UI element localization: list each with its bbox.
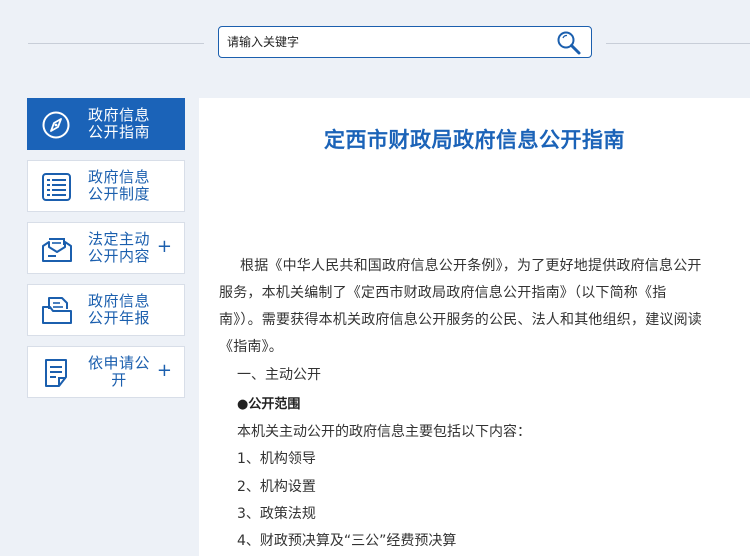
sidebar-item-guide[interactable]: 政府信息公开指南 bbox=[27, 98, 185, 150]
envelope-icon bbox=[42, 238, 72, 262]
scope-intro: 本机关主动公开的政府信息主要包括以下内容： bbox=[237, 424, 531, 440]
list-item: 1、机构领导 bbox=[237, 451, 316, 467]
page-title: 定西市财政局政府信息公开指南 bbox=[324, 128, 625, 152]
main-content: 定西市财政局政府信息公开指南 根据《中华人民共和国政府信息公开条例》，为了更好地… bbox=[199, 98, 750, 556]
expand-plus-icon[interactable]: + bbox=[157, 361, 172, 381]
header-divider-right bbox=[606, 43, 750, 44]
sidebar-item-label: 法定主动公开内容 bbox=[87, 230, 150, 265]
header-divider-left bbox=[28, 43, 204, 44]
list-document-icon bbox=[42, 173, 71, 201]
section-heading: 一、主动公开 bbox=[237, 367, 321, 383]
search-icon bbox=[557, 31, 581, 55]
form-document-icon bbox=[45, 359, 67, 387]
sidebar: 政府信息公开指南 政府信息公开制度 法定主动公开内容 + 政府信息公开年报 依申… bbox=[27, 98, 185, 408]
compass-icon bbox=[42, 111, 70, 139]
sidebar-item-label: 政府信息公开制度 bbox=[87, 168, 150, 203]
sidebar-item-label: 依申请公开 bbox=[87, 354, 150, 389]
list-item: 3、政策法规 bbox=[237, 506, 316, 522]
scope-heading: ●公开范围 bbox=[237, 397, 301, 412]
expand-plus-icon[interactable]: + bbox=[157, 237, 172, 257]
search-input[interactable] bbox=[225, 27, 549, 57]
sidebar-item-system[interactable]: 政府信息公开制度 bbox=[27, 160, 185, 212]
intro-paragraph: 根据《中华人民共和国政府信息公开条例》，为了更好地提供政府信息公开服务，本机关编… bbox=[219, 258, 702, 355]
list-item: 4、财政预决算及“三公”经费预决算 bbox=[237, 533, 457, 549]
search-button[interactable] bbox=[555, 29, 583, 57]
sidebar-item-apply-disclosure[interactable]: 依申请公开 + bbox=[27, 346, 185, 398]
sidebar-item-annual-report[interactable]: 政府信息公开年报 bbox=[27, 284, 185, 336]
sidebar-item-active-disclosure[interactable]: 法定主动公开内容 + bbox=[27, 222, 185, 274]
sidebar-item-label: 政府信息公开年报 bbox=[87, 292, 150, 327]
search-bar bbox=[218, 26, 592, 58]
sidebar-item-label: 政府信息公开指南 bbox=[87, 106, 150, 141]
list-item: 2、机构设置 bbox=[237, 479, 316, 495]
folder-document-icon bbox=[42, 297, 72, 324]
